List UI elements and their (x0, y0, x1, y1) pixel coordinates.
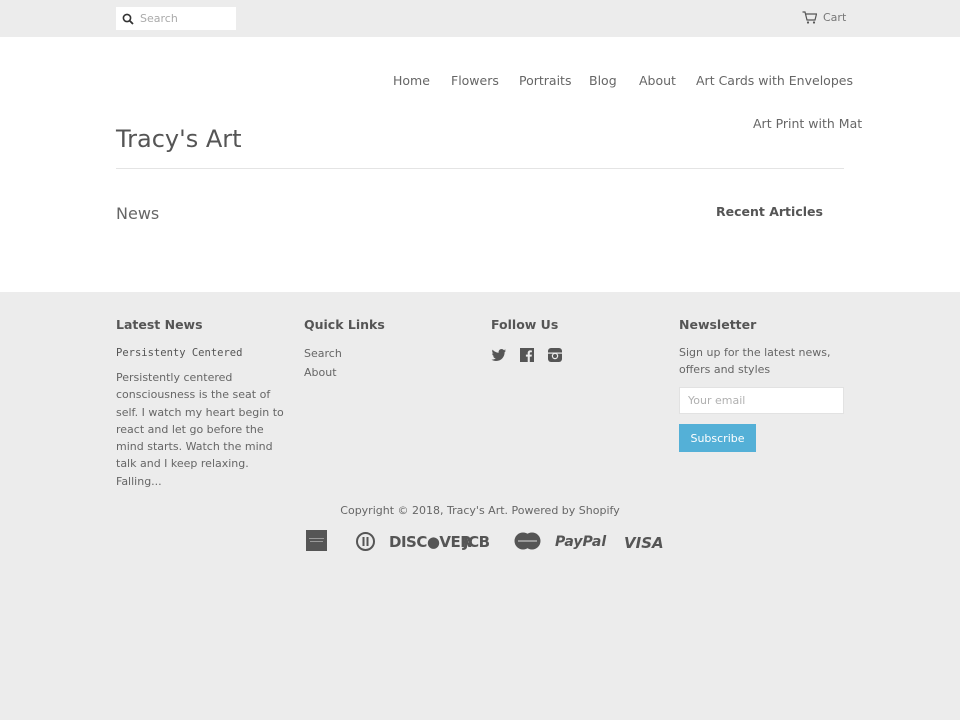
newsletter-text: Sign up for the latest news, offers and … (679, 346, 831, 377)
newsletter-heading: Newsletter (679, 317, 757, 332)
nav-home[interactable]: Home (393, 73, 430, 88)
newsletter-email-input[interactable] (679, 387, 844, 414)
footer: Latest News Persistenty Centered Persist… (0, 292, 960, 720)
twitter-icon[interactable] (491, 347, 507, 363)
page-title: News (116, 204, 160, 223)
search-icon (122, 13, 134, 25)
visa-icon: VISA (624, 534, 664, 552)
site-title[interactable]: Tracy's Art (116, 125, 242, 153)
copyright: Copyright © 2018, Tracy's Art. Powered b… (340, 504, 620, 517)
footer-link-about[interactable]: About (304, 366, 337, 379)
nav-flowers[interactable]: Flowers (451, 73, 499, 88)
instagram-icon[interactable] (547, 347, 563, 363)
discover-icon: DISC●VER (389, 533, 472, 551)
search-input[interactable] (140, 12, 230, 25)
follow-us-heading: Follow Us (491, 317, 559, 332)
quick-links-heading: Quick Links (304, 317, 385, 332)
recent-articles-heading: Recent Articles (716, 204, 823, 219)
nav-blog[interactable]: Blog (589, 73, 617, 88)
search-box[interactable] (116, 7, 236, 30)
cart-link[interactable]: Cart (802, 11, 846, 24)
cart-label: Cart (823, 11, 847, 24)
nav-about[interactable]: About (639, 73, 676, 88)
cart-icon (802, 11, 817, 24)
top-bar: Cart (0, 0, 960, 37)
subscribe-button[interactable]: Subscribe (679, 424, 756, 452)
nav-art-print[interactable]: Art Print with Mat (753, 116, 862, 131)
nav-art-cards[interactable]: Art Cards with Envelopes (696, 73, 853, 88)
latest-news-heading: Latest News (116, 317, 203, 332)
amex-icon (306, 530, 327, 551)
latest-article-title[interactable]: Persistenty Centered (116, 347, 242, 359)
main-content: Tracy's Art Home Flowers Portraits Blog … (0, 37, 960, 292)
header-divider (116, 168, 844, 169)
facebook-icon[interactable] (519, 347, 535, 363)
nav-portraits[interactable]: Portraits (519, 73, 571, 88)
mastercard-icon (514, 532, 541, 550)
footer-link-search[interactable]: Search (304, 347, 342, 360)
jcb-icon: JCB (463, 533, 490, 551)
latest-article-excerpt: Persistently centered consciousness is t… (116, 371, 284, 488)
paypal-icon: PayPal (555, 534, 607, 550)
diners-club-icon (356, 532, 375, 551)
